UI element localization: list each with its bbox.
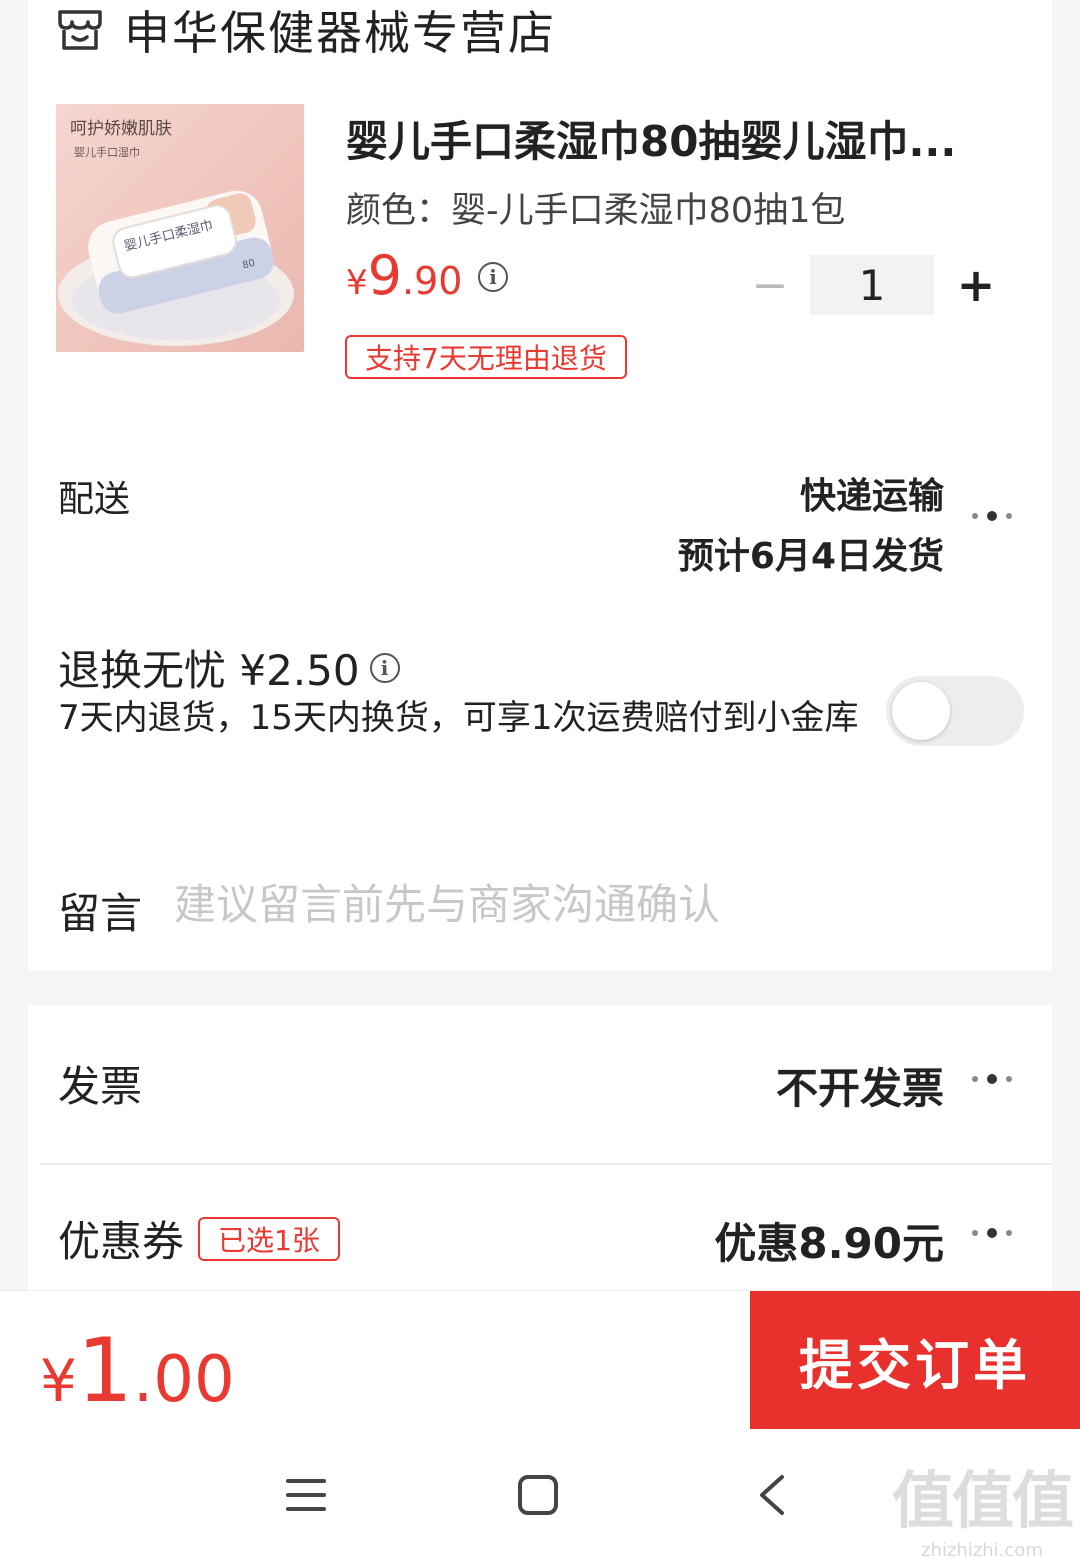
total-price: ¥ 1 .00 — [40, 1319, 235, 1422]
submit-order-button[interactable]: 提交订单 — [750, 1291, 1080, 1429]
back-icon[interactable] — [742, 1470, 802, 1520]
toggle-knob — [892, 682, 950, 740]
quantity-stepper: − 1 + — [748, 255, 1006, 315]
invoice-label: 发票 — [58, 1062, 143, 1111]
shipping-estimate[interactable]: 预计6月4日发货 — [678, 527, 944, 579]
message-label: 留言 — [58, 889, 143, 938]
return-policy-badge: 支持7天无理由退货 — [345, 335, 627, 379]
invoice-value[interactable]: 不开发票 — [776, 1055, 944, 1116]
coupon-more-icon[interactable] — [972, 1228, 1012, 1238]
product-title[interactable]: 婴儿手口柔湿巾80抽婴儿湿巾... — [346, 108, 1006, 169]
price-info-icon[interactable]: i — [478, 262, 508, 292]
coupon-label: 优惠券 已选1张 — [58, 1208, 340, 1269]
image-headline: 呵护娇嫩肌肤 — [70, 119, 172, 139]
coupon-selected-badge: 已选1张 — [198, 1216, 340, 1261]
quantity-value[interactable]: 1 — [810, 255, 934, 315]
worry-free-info-icon[interactable]: i — [369, 652, 400, 683]
product-image[interactable]: 婴儿手口柔湿巾 80 呵护娇嫩肌肤 婴儿手口湿巾 — [56, 104, 304, 352]
home-icon[interactable] — [508, 1470, 568, 1520]
store-header[interactable]: 申华保健器械专营店 — [56, 2, 556, 60]
shipping-label: 配送 — [58, 479, 131, 520]
coupon-value[interactable]: 优惠8.90元 — [714, 1210, 944, 1271]
store-name: 申华保健器械专营店 — [124, 6, 556, 60]
message-input[interactable] — [174, 880, 994, 929]
decrease-button[interactable]: − — [748, 255, 792, 315]
divider — [40, 1163, 1052, 1165]
shipping-method[interactable]: 快递运输 — [800, 467, 944, 519]
watermark: 值值值 zhizhizhi.com — [891, 1464, 1074, 1558]
menu-icon[interactable] — [276, 1470, 336, 1520]
product-price: ¥ 9 .90 — [346, 244, 463, 307]
worry-free-toggle[interactable] — [886, 676, 1024, 746]
invoice-more-icon[interactable] — [972, 1074, 1012, 1084]
image-subline: 婴儿手口湿巾 — [74, 145, 140, 159]
worry-free-title: 退换无忧 ¥2.50 i — [58, 637, 400, 698]
worry-free-description: 7天内退货，15天内换货，可享1次运费赔付到小金库 — [58, 698, 859, 738]
increase-button[interactable]: + — [946, 255, 1006, 315]
product-spec[interactable]: 颜色：婴-儿手口柔湿巾80抽1包 — [346, 182, 845, 233]
store-icon — [58, 10, 102, 50]
shipping-more-icon[interactable] — [972, 511, 1012, 521]
checkout-bar: ¥ 1 .00 提交订单 — [0, 1290, 1080, 1430]
